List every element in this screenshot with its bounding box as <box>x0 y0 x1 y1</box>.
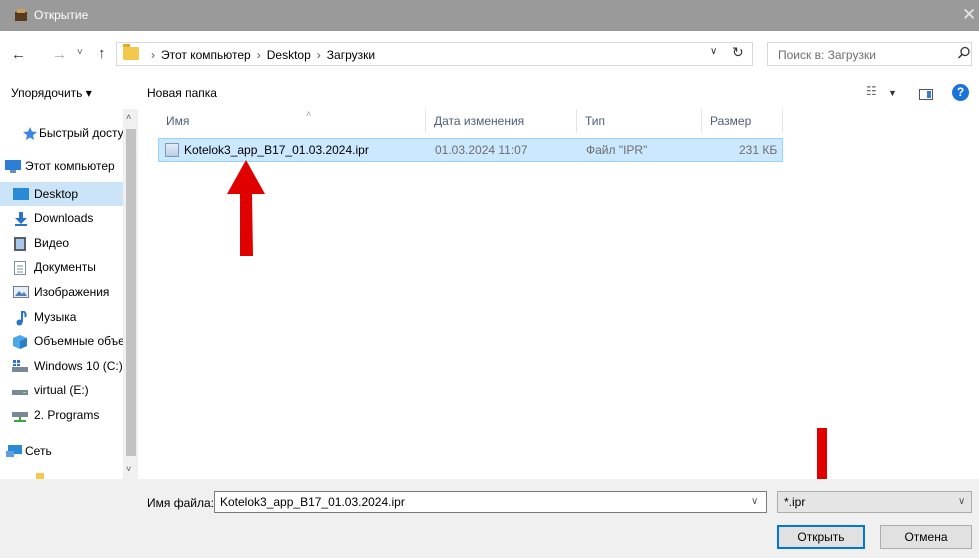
sidebar-item-label: Видео <box>34 236 70 250</box>
sidebar-item-music[interactable]: Музыка <box>0 305 123 329</box>
system-drive-icon <box>12 360 28 372</box>
refresh-icon[interactable]: ↻ <box>732 44 744 61</box>
scroll-up-icon[interactable]: ˄ <box>126 112 131 122</box>
search-input[interactable]: Поиск в: Загрузки <box>767 42 972 66</box>
back-arrow-icon[interactable]: ← <box>11 46 26 63</box>
organize-button[interactable]: Упорядочить ▾ <box>11 86 92 100</box>
sidebar-item-label: Объемные объекты <box>34 334 123 348</box>
sidebar-item-this-pc[interactable]: Этот компьютер <box>0 154 123 178</box>
close-icon[interactable]: ✕ <box>962 5 976 25</box>
forward-arrow-icon[interactable]: → <box>52 46 67 63</box>
address-bar[interactable]: › Этот компьютер › Desktop › Загрузки <box>116 42 753 66</box>
title-bar: Открытие ✕ <box>0 0 979 31</box>
filename-input[interactable]: Kotelok3_app_B17_01.03.2024.ipr ∨ <box>214 491 767 513</box>
breadcrumb: › Этот компьютер › Desktop › Загрузки <box>145 48 375 62</box>
music-icon <box>15 310 29 326</box>
sidebar-item-network[interactable]: Сеть <box>0 439 123 463</box>
chevron-down-icon[interactable]: ∨ <box>958 496 965 507</box>
navigation-pane: Быстрый доступ Этот компьютер Desktop Do… <box>0 109 138 479</box>
video-icon <box>14 237 28 251</box>
file-date: 01.03.2024 11:07 <box>435 143 528 157</box>
breadcrumb-item-downloads[interactable]: Загрузки <box>327 48 375 62</box>
column-header-name[interactable]: Имя ˄ <box>158 109 426 133</box>
breadcrumb-item-desktop[interactable]: Desktop <box>267 48 311 62</box>
sidebar-item-3d-objects[interactable]: Объемные объекты <box>0 329 123 353</box>
sidebar-item-programs[interactable]: 2. Programs <box>0 403 123 427</box>
sidebar-item-desktop[interactable]: Desktop <box>0 182 123 206</box>
up-arrow-icon[interactable]: ↑ <box>98 45 106 62</box>
sidebar-item-windows-drive[interactable]: Windows 10 (C:) <box>0 354 123 378</box>
table-row[interactable]: Kotelok3_app_B17_01.03.2024.ipr 01.03.20… <box>158 138 783 162</box>
3d-objects-icon <box>13 335 27 349</box>
computer-icon <box>5 160 21 173</box>
folder-icon <box>123 44 139 60</box>
open-button[interactable]: Открыть <box>777 525 865 549</box>
column-header-label: Дата изменения <box>434 114 525 128</box>
documents-icon <box>14 261 28 275</box>
file-type: Файл "IPR" <box>586 143 648 157</box>
sidebar-item-videos[interactable]: Видео <box>0 231 123 255</box>
help-icon[interactable]: ? <box>952 84 969 101</box>
sidebar-scrollbar[interactable]: ˄ ˅ <box>123 109 138 479</box>
star-icon <box>23 127 37 140</box>
sidebar-item-documents[interactable]: Документы <box>0 255 123 279</box>
column-header-date[interactable]: Дата изменения <box>426 109 577 133</box>
file-name: Kotelok3_app_B17_01.03.2024.ipr <box>184 143 369 157</box>
desktop-icon <box>13 188 29 200</box>
new-folder-button[interactable]: Новая папка <box>147 86 217 100</box>
column-header-label: Имя <box>166 114 190 128</box>
scrollbar-thumb[interactable] <box>126 129 136 456</box>
sidebar-item-downloads[interactable]: Downloads <box>0 206 123 230</box>
search-placeholder: Поиск в: Загрузки <box>778 48 876 62</box>
pictures-icon <box>13 286 29 298</box>
sort-ascending-icon: ˄ <box>306 109 312 119</box>
filename-value: Kotelok3_app_B17_01.03.2024.ipr <box>220 495 405 509</box>
sidebar-item-label: Музыка <box>34 310 77 324</box>
sidebar-item-label: Desktop <box>34 187 79 201</box>
command-bar: Упорядочить ▾ Новая папка ☷ ▼ ? <box>0 79 979 109</box>
search-icon[interactable] <box>957 46 971 60</box>
file-size: 231 КБ <box>739 143 778 157</box>
breadcrumb-separator[interactable]: › <box>317 48 321 62</box>
app-icon <box>15 9 27 21</box>
window-title: Открытие <box>34 8 89 22</box>
file-type-value: *.ipr <box>784 495 806 509</box>
column-header-size[interactable]: Размер <box>702 109 783 133</box>
sidebar-item-pictures[interactable]: Изображения <box>0 280 123 304</box>
sidebar-item-label: Быстрый доступ <box>39 126 123 140</box>
view-options-icon[interactable]: ☷ <box>866 84 877 98</box>
breadcrumb-separator[interactable]: › <box>257 48 261 62</box>
scroll-down-icon[interactable]: ˅ <box>126 464 131 474</box>
sidebar-item-label: Этот компьютер <box>25 159 115 173</box>
sidebar-item-virtual-drive[interactable]: virtual (E:) <box>0 378 123 402</box>
chevron-down-icon[interactable]: ∨ <box>751 496 758 507</box>
file-type-select[interactable]: *.ipr ∨ <box>777 491 972 513</box>
file-icon <box>165 143 179 157</box>
sidebar-item-label: Windows 10 (C:) <box>34 359 123 373</box>
network-icon <box>6 445 22 457</box>
sidebar-item-label: Сеть <box>25 444 52 458</box>
dialog-footer: Имя файла: Kotelok3_app_B17_01.03.2024.i… <box>0 479 979 558</box>
sidebar-item-label: virtual (E:) <box>34 383 89 397</box>
sidebar-item-label: Документы <box>34 260 96 274</box>
address-dropdown-icon[interactable]: ∨ <box>710 46 717 57</box>
annotation-arrow-up-icon <box>227 160 265 256</box>
cancel-button[interactable]: Отмена <box>880 525 972 549</box>
sidebar-item-label: Downloads <box>34 211 94 225</box>
column-header-label: Размер <box>710 114 752 128</box>
drive-icon <box>12 384 28 396</box>
sidebar-item-label: 2. Programs <box>34 408 100 422</box>
sidebar-item-label: Изображения <box>34 285 110 299</box>
breadcrumb-separator: › <box>151 48 155 62</box>
network-drive-icon <box>12 409 28 422</box>
filename-label: Имя файла: <box>147 496 214 510</box>
recent-locations-icon[interactable]: ˅ <box>77 47 83 58</box>
preview-pane-icon[interactable] <box>919 89 933 100</box>
sidebar-item-quick-access[interactable]: Быстрый доступ <box>0 121 123 145</box>
breadcrumb-item-computer[interactable]: Этот компьютер <box>161 48 251 62</box>
view-dropdown-icon[interactable]: ▼ <box>888 88 897 98</box>
download-icon <box>14 212 28 226</box>
column-header-label: Тип <box>585 114 606 128</box>
column-header-type[interactable]: Тип <box>577 109 702 133</box>
